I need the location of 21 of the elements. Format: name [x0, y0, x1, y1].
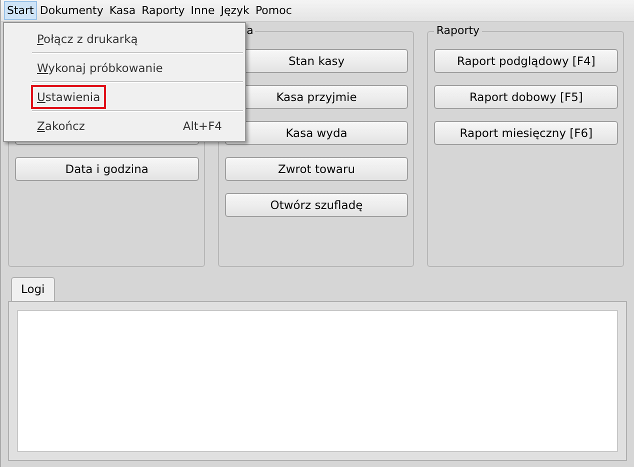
menu-item[interactable]: Połącz z drukarką	[31, 26, 144, 50]
menu-item[interactable]: Ustawienia	[31, 84, 106, 108]
action-button[interactable]: Otwórz szufladę	[224, 193, 408, 217]
shortcut-label: Alt+F4	[182, 118, 222, 132]
menu-bar-item[interactable]: Start	[4, 1, 37, 20]
action-button[interactable]: Zwrot towaru	[224, 157, 408, 181]
action-button[interactable]: Raport miesięczny [F6]	[434, 121, 618, 145]
menu-bar-item[interactable]: Język	[218, 1, 252, 20]
menu-bar-item[interactable]: Inne	[188, 1, 218, 20]
action-button[interactable]: Raport podglądowy [F4]	[434, 49, 618, 73]
menu-bar-item[interactable]: Pomoc	[252, 1, 295, 20]
menu-item[interactable]: Wykonaj próbkowanie	[31, 56, 169, 80]
group-title: Raporty	[434, 24, 482, 37]
action-button[interactable]: Raport dobowy [F5]	[434, 85, 618, 109]
menu-item[interactable]: Zakończ	[31, 114, 91, 138]
action-button[interactable]: Kasa wyda	[224, 121, 408, 145]
log-tab[interactable]: Logi	[11, 277, 55, 301]
action-button[interactable]: Data i godzina	[15, 157, 199, 181]
menu-bar-item[interactable]: Kasa	[106, 1, 139, 20]
menu-bar-item[interactable]: Raporty	[138, 1, 188, 20]
menu-bar-item[interactable]: Dokumenty	[36, 1, 106, 20]
